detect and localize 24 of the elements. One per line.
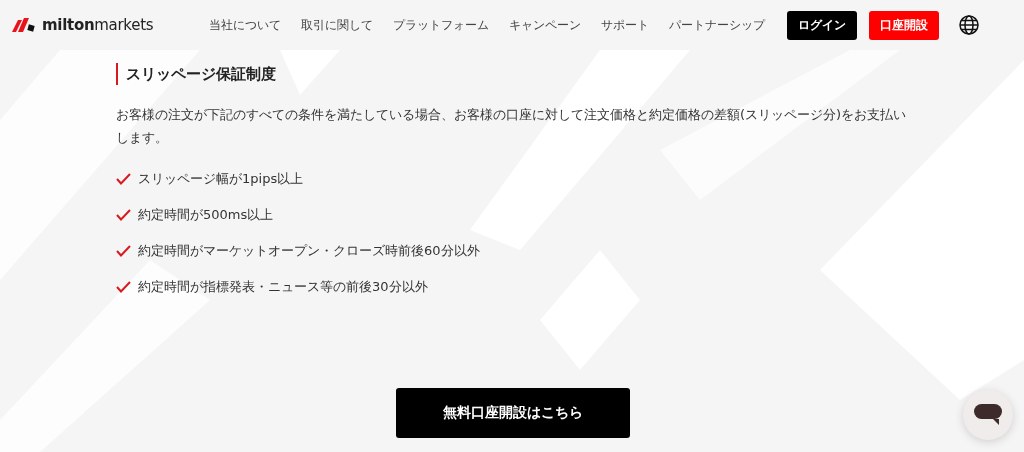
condition-text: 約定時間が500ms以上 [138, 205, 274, 224]
nav-link[interactable]: サポート [601, 16, 650, 34]
logo-icon [12, 18, 36, 32]
check-icon [116, 244, 131, 257]
login-button[interactable]: ログイン [787, 10, 858, 40]
chat-button[interactable] [963, 390, 1013, 440]
check-icon [116, 280, 131, 293]
nav-link[interactable]: キャンペーン [509, 16, 582, 34]
chat-icon [974, 404, 1002, 426]
description-text: お客様の注文が下記のすべての条件を満たしている場合、お客様の口座に対して注文価格と約定価格の差額(スリッページ分)をお支払いします。 [116, 106, 908, 147]
check-icon [116, 172, 131, 185]
cta-button[interactable]: 無料口座開設はこちら [396, 388, 630, 438]
open-account-button[interactable]: 口座開設 [869, 10, 940, 40]
nav-link[interactable]: パートナーシップ [669, 16, 766, 34]
section-title: スリッページ保証制度 [116, 63, 1024, 85]
condition-text: スリッページ幅が1pips以上 [138, 169, 304, 188]
logo-text: miltonmarkets [42, 16, 154, 34]
condition-text: 約定時間が指標発表・ニュース等の前後30分以外 [138, 277, 428, 296]
condition-text: 約定時間がマーケットオープン・クローズ時前後60分以外 [138, 241, 480, 260]
check-icon [116, 208, 131, 221]
nav-link[interactable]: プラットフォーム [393, 16, 490, 34]
nav-link[interactable]: 当社について [209, 16, 282, 34]
globe-icon[interactable] [959, 15, 980, 35]
nav-link[interactable]: 取引に関して [301, 16, 374, 34]
